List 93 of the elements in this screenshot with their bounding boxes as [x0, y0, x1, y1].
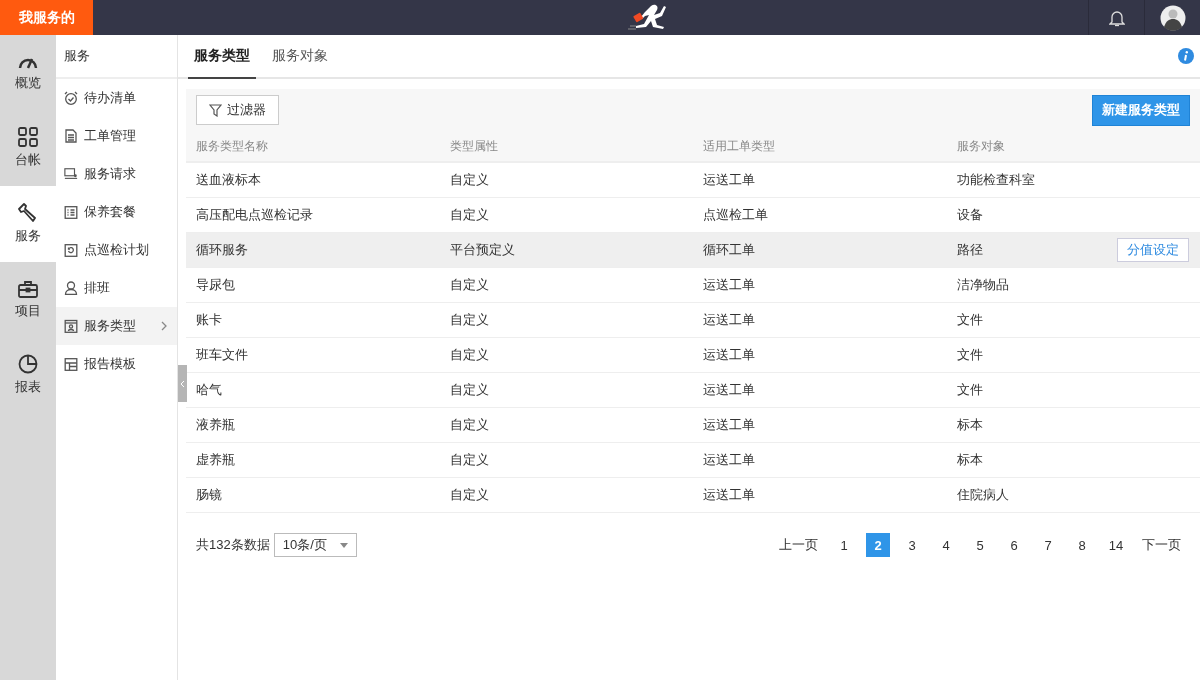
- column-header: 类型属性: [439, 131, 693, 162]
- briefcase-icon: [18, 279, 38, 298]
- nav-item[interactable]: 概览: [0, 35, 56, 111]
- table-cell: 虚养瓶: [186, 442, 440, 478]
- table-cell: 运送工单: [693, 442, 947, 478]
- grid-icon: [18, 127, 38, 148]
- table-cell: 导尿包: [186, 267, 440, 303]
- table-cell: 自定义: [439, 477, 693, 513]
- wrench-icon: [18, 203, 38, 223]
- total-count: 共132条数据: [196, 536, 270, 554]
- table-cell: 哈气: [186, 372, 440, 408]
- document-icon: [64, 129, 78, 143]
- score-settings-button[interactable]: 分值设定: [1117, 238, 1189, 262]
- table-cell: 运送工单: [693, 372, 947, 408]
- table-cell: 自定义: [439, 267, 693, 303]
- list-icon: [64, 205, 78, 219]
- table-cell: 循环工单: [693, 232, 947, 268]
- table-cell: 运送工单: [693, 162, 947, 198]
- table-cell: 班车文件: [186, 337, 440, 373]
- column-header: 适用工单类型: [693, 131, 947, 162]
- table-cell: 点巡检工单: [693, 197, 947, 233]
- table-cell: 住院病人: [956, 486, 1009, 504]
- table-cell: 设备: [956, 206, 983, 224]
- submenu-item[interactable]: 待办清单: [56, 79, 177, 117]
- table-cell: 自定义: [439, 337, 693, 373]
- column-header: 服务对象: [946, 131, 1200, 162]
- nav-item[interactable]: 项目: [0, 261, 56, 338]
- table-cell: 自定义: [439, 162, 693, 198]
- table-cell: 肠镜: [186, 477, 440, 513]
- table-cell: 高压配电点巡检记录: [186, 197, 440, 233]
- table-cell: 运送工单: [693, 302, 947, 338]
- filter-icon: [209, 103, 222, 117]
- submenu-item[interactable]: 排班: [56, 269, 177, 307]
- table-cell: 标本: [956, 416, 983, 434]
- page-number[interactable]: 4: [934, 533, 958, 557]
- layout-icon: [64, 357, 78, 371]
- table-cell: 运送工单: [693, 267, 947, 303]
- table-cell: 液养瓶: [186, 407, 440, 443]
- collapse-handle[interactable]: [178, 365, 187, 402]
- table-cell: 文件: [956, 381, 983, 399]
- page-size-select[interactable]: 10条/页: [273, 533, 357, 557]
- table-cell: 自定义: [439, 197, 693, 233]
- table-cell: 自定义: [439, 302, 693, 338]
- submenu-item[interactable]: 服务请求: [56, 155, 177, 193]
- brand-label: 我服务的: [0, 0, 93, 35]
- nav-item[interactable]: 服务: [0, 186, 56, 262]
- submenu-item[interactable]: 工单管理: [56, 117, 177, 155]
- table-cell: 文件: [956, 346, 983, 364]
- page-number[interactable]: 7: [1036, 533, 1060, 557]
- column-header: 服务类型名称: [186, 131, 440, 162]
- submenu-item[interactable]: 服务类型: [56, 307, 177, 345]
- table-cell: 运送工单: [693, 337, 947, 373]
- avatar[interactable]: [1159, 4, 1186, 31]
- submenu-item[interactable]: 报告模板: [56, 345, 177, 383]
- table-cell: 自定义: [439, 442, 693, 478]
- nav-item[interactable]: 台帐: [0, 110, 56, 187]
- page-number[interactable]: 5: [968, 533, 992, 557]
- id-card-icon: [64, 319, 78, 333]
- filter-button[interactable]: 过滤器: [196, 95, 279, 125]
- nav-item[interactable]: 报表: [0, 337, 56, 413]
- table-cell: 平台预定义: [439, 232, 693, 268]
- submenu-item[interactable]: 点巡检计划: [56, 231, 177, 269]
- refresh-icon: [64, 243, 78, 257]
- bell-icon[interactable]: [1108, 8, 1125, 27]
- table-cell: 送血液标本: [186, 162, 440, 198]
- table-cell: 自定义: [439, 372, 693, 408]
- page-number[interactable]: 6: [1002, 533, 1026, 557]
- prev-page-link[interactable]: 上一页: [775, 533, 822, 557]
- submenu-title: 服务: [56, 35, 177, 79]
- dropdown-caret-icon: [339, 542, 348, 548]
- info-icon[interactable]: [1178, 48, 1194, 64]
- table-cell: 标本: [956, 451, 983, 469]
- tab[interactable]: 服务对象: [266, 35, 334, 79]
- table-cell: 文件: [956, 311, 983, 329]
- next-page-link[interactable]: 下一页: [1138, 533, 1185, 557]
- page-number[interactable]: 1: [832, 533, 856, 557]
- page-number[interactable]: 14: [1104, 533, 1128, 557]
- submenu-item[interactable]: 保养套餐: [56, 193, 177, 231]
- page-number[interactable]: 3: [900, 533, 924, 557]
- table-cell: 功能检查科室: [956, 171, 1035, 189]
- person-icon: [64, 281, 78, 295]
- tab[interactable]: 服务类型: [188, 35, 256, 79]
- monitor-icon: [64, 167, 78, 181]
- table-cell: 路径: [956, 241, 983, 259]
- table-cell: 循环服务: [186, 232, 440, 268]
- table-cell: 洁净物品: [956, 276, 1009, 294]
- page-number[interactable]: 8: [1070, 533, 1094, 557]
- alarm-clock-icon: [64, 91, 78, 105]
- table-cell: 运送工单: [693, 477, 947, 513]
- table-cell: 自定义: [439, 407, 693, 443]
- table-cell: 运送工单: [693, 407, 947, 443]
- pie-chart-icon: [18, 354, 38, 375]
- table-cell: 账卡: [186, 302, 440, 338]
